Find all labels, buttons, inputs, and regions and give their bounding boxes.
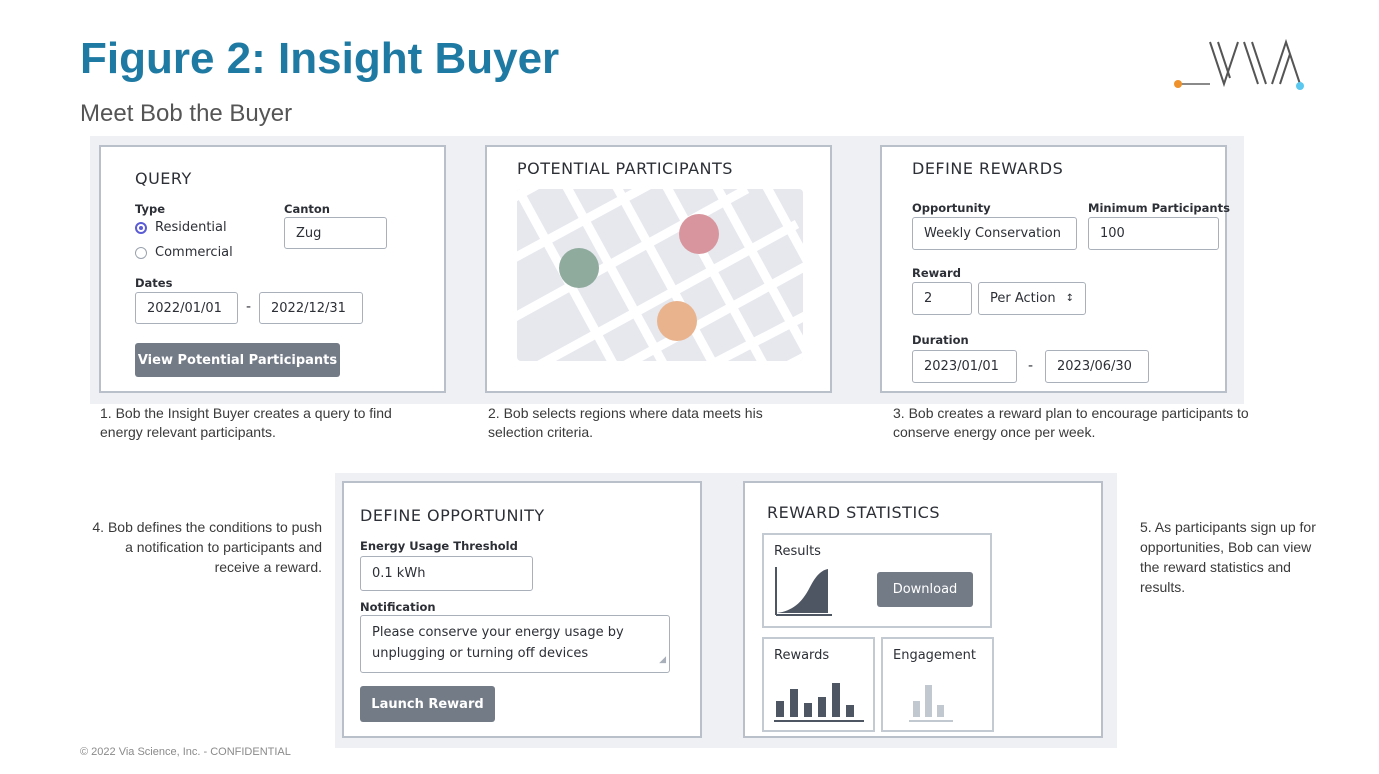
view-potential-participants-button[interactable]: View Potential Participants [135,343,340,377]
results-label: Results [774,544,821,559]
statistics-card: REWARD STATISTICS Results Download Rewar… [743,481,1103,738]
results-curve-chart-icon [775,567,832,616]
query-card: QUERY Type Residential Commercial Canton… [99,145,446,393]
notification-label: Notification [360,600,436,614]
opportunity-input[interactable]: Weekly Conservation [912,217,1077,250]
rewards-title: DEFINE REWARDS [912,159,1064,178]
radio-commercial[interactable]: Commercial [135,245,233,260]
canton-label: Canton [284,202,330,216]
min-participants-input[interactable]: 100 [1088,217,1219,250]
statistics-title: REWARD STATISTICS [767,503,940,522]
duration-from-input[interactable]: 2023/01/01 [912,350,1017,383]
opportunity-label: Opportunity [912,201,991,215]
radio-residential[interactable]: Residential [135,220,227,235]
engagement-panel: Engagement [881,637,994,732]
duration-label: Duration [912,333,969,347]
date-from-input[interactable]: 2022/01/01 [135,292,238,324]
results-panel: Results Download [762,533,992,628]
via-logo [1174,38,1304,90]
duration-separator: - [1028,358,1034,374]
engagement-label: Engagement [893,648,976,663]
type-label: Type [135,202,166,216]
radio-commercial-label: Commercial [155,245,233,260]
date-to-input[interactable]: 2022/12/31 [259,292,363,324]
page-title: Figure 2: Insight Buyer [80,34,560,83]
query-title: QUERY [135,169,192,188]
reward-amount-input[interactable]: 2 [912,282,972,315]
reward-unit-value: Per Action [990,291,1056,306]
region-marker-green[interactable] [559,248,599,288]
region-map[interactable] [517,189,803,361]
duration-to-input[interactable]: 2023/06/30 [1045,350,1149,383]
engagement-bar-chart-icon [909,685,953,722]
select-arrows-icon: ↕ [1065,293,1074,304]
region-marker-orange[interactable] [657,301,697,341]
caption-step-2: 2. Bob selects regions where data meets … [488,405,763,440]
page-subtitle: Meet Bob the Buyer [80,100,293,127]
participants-card: POTENTIAL PARTICIPANTS [485,145,832,393]
radio-unselected-icon [135,246,147,259]
rewards-bar-chart-icon [774,683,864,722]
notification-textarea[interactable]: Please conserve your energy usage by unp… [360,615,670,673]
radio-selected-icon [135,221,147,234]
resize-handle-icon[interactable]: ◢ [659,650,666,671]
rewards-panel: Rewards [762,637,875,732]
caption-step-5: 5. As participants sign up for opportuni… [1140,519,1316,595]
reward-label: Reward [912,266,961,280]
opportunity-title: DEFINE OPPORTUNITY [360,506,545,525]
caption-step-1: 1. Bob the Insight Buyer creates a query… [100,405,392,440]
date-separator: - [246,299,252,315]
footer-confidential: © 2022 Via Science, Inc. - CONFIDENTIAL [80,746,291,758]
rewards-card: DEFINE REWARDS Opportunity Weekly Conser… [880,145,1230,393]
participants-title: POTENTIAL PARTICIPANTS [517,159,733,178]
caption-step-4: 4. Bob defines the conditions to push a … [92,519,322,575]
launch-reward-button[interactable]: Launch Reward [360,686,495,722]
radio-residential-label: Residential [155,220,227,235]
opportunity-card: DEFINE OPPORTUNITY Energy Usage Threshol… [342,481,702,738]
region-marker-red[interactable] [679,214,719,254]
canton-input[interactable]: Zug [284,217,387,249]
rewards-stats-label: Rewards [774,648,830,663]
min-participants-label: Minimum Participants [1088,201,1230,215]
threshold-input[interactable]: 0.1 kWh [360,556,533,591]
reward-unit-select[interactable]: Per Action ↕ [978,282,1086,315]
notification-text: Please conserve your energy usage by unp… [372,625,624,661]
caption-step-3: 3. Bob creates a reward plan to encourag… [893,405,1249,440]
download-button[interactable]: Download [877,572,973,607]
dates-label: Dates [135,276,173,290]
threshold-label: Energy Usage Threshold [360,539,518,553]
